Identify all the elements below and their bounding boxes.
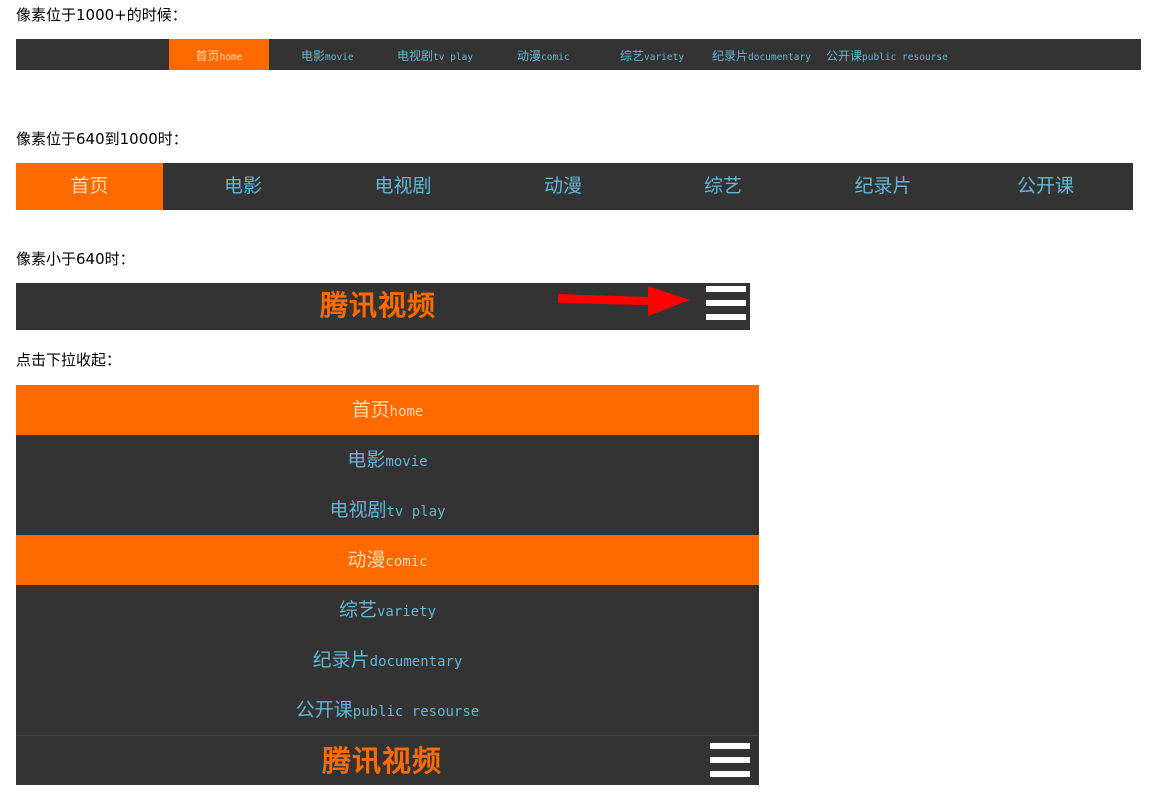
medium-nav-item-tv-play[interactable]: 电视剧 [323,163,483,210]
medium-nav-bar: 首页 电影 电视剧 动漫 综艺 纪录片 公开课 [16,163,1133,210]
wide-nav-item-en: documentary [748,52,811,63]
small-header-bar: 腾讯视频 [16,283,750,330]
menu-item-en: variety [377,604,437,620]
wide-nav-item-tv-play[interactable]: 电视剧tv play [397,39,473,70]
caption-small: 像素小于640时： [16,250,135,268]
menu-item-en: public resourse [352,704,480,720]
wide-nav-item-cn: 电视剧 [397,49,434,63]
menu-item-movie[interactable]: 电影movie [16,435,759,485]
wide-nav-item-en: public resourse [862,52,948,63]
wide-nav-item-cn: 动漫 [517,49,542,63]
caption-wide: 像素位于1000+的时候： [16,6,187,24]
medium-nav-item-variety[interactable]: 综艺 [643,163,803,210]
hamburger-icon[interactable] [710,743,750,779]
menu-item-en: home [389,404,424,420]
wide-nav-item-en: movie [325,52,354,63]
menu-item-documentary[interactable]: 纪录片documentary [16,635,759,685]
wide-nav-item-en: variety [644,52,685,63]
menu-item-cn: 公开课 [295,699,353,721]
brand-logo-text: 腾讯视频 [320,289,437,322]
red-arrow-icon [558,286,690,316]
wide-nav-item-cn: 公开课 [826,49,863,63]
wide-nav-item-en: tv play [433,52,474,63]
caption-medium: 像素位于640到1000时： [16,130,188,148]
wide-nav-bar: 首页home 电影movie 电视剧tv play 动漫comic 综艺vari… [16,39,1141,70]
wide-nav-item-variety[interactable]: 综艺variety [620,39,684,70]
menu-item-cn: 综艺 [338,599,377,621]
medium-nav-item-public-course[interactable]: 公开课 [963,163,1128,210]
wide-nav-item-movie[interactable]: 电影movie [301,39,354,70]
menu-item-en: tv play [386,504,446,520]
wide-nav-item-cn: 纪录片 [712,49,749,63]
menu-item-variety[interactable]: 综艺variety [16,585,759,635]
brand-logo-text: 腾讯视频 [322,744,443,778]
caption-expanded: 点击下拉收起： [16,351,122,369]
menu-item-en: documentary [369,654,463,670]
menu-item-public-resourse[interactable]: 公开课public resourse [16,685,759,735]
menu-item-en: movie [385,454,428,470]
wide-nav-item-cn: 首页 [195,49,220,63]
menu-item-home[interactable]: 首页home [16,385,759,435]
wide-nav-item-cn: 电影 [301,49,326,63]
menu-item-en: comic [385,554,428,570]
hamburger-icon[interactable] [706,286,746,322]
expanded-dropdown-menu: 首页home 电影movie 电视剧tv play 动漫comic 综艺vari… [16,385,759,785]
menu-item-tv-play[interactable]: 电视剧tv play [16,485,759,535]
wide-nav-item-public-resourse[interactable]: 公开课public resourse [826,39,948,70]
medium-nav-item-movie[interactable]: 电影 [163,163,323,210]
wide-nav-item-comic[interactable]: 动漫comic [517,39,570,70]
wide-nav-item-documentary[interactable]: 纪录片documentary [712,39,811,70]
menu-item-cn: 电视剧 [329,499,387,521]
menu-item-cn: 纪录片 [312,649,370,671]
medium-nav-item-documentary[interactable]: 纪录片 [803,163,963,210]
medium-nav-item-comic[interactable]: 动漫 [483,163,643,210]
wide-nav-item-en: home [219,52,243,63]
wide-nav-item-en: comic [541,52,570,63]
medium-nav-item-home[interactable]: 首页 [16,163,163,210]
menu-item-cn: 首页 [351,399,390,421]
wide-nav-item-home[interactable]: 首页home [169,39,269,70]
expanded-header-bar: 腾讯视频 [16,735,759,785]
menu-item-cn: 电影 [347,449,386,471]
menu-item-cn: 动漫 [347,549,386,571]
menu-item-comic[interactable]: 动漫comic [16,535,759,585]
wide-nav-item-cn: 综艺 [620,49,645,63]
